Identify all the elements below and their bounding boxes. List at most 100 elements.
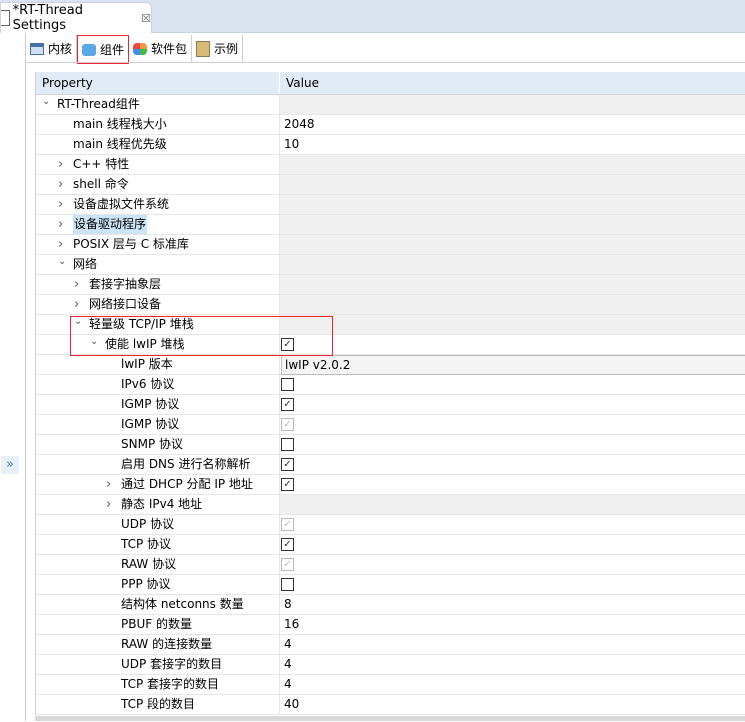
table-row[interactable]: PBUF 的数量 16 bbox=[36, 615, 745, 635]
chevron-down-icon[interactable]: ⌄ bbox=[90, 332, 100, 351]
chevron-right-icon[interactable]: › bbox=[58, 215, 68, 234]
checkbox[interactable]: ✓ bbox=[281, 338, 294, 351]
value-text[interactable]: 2048 bbox=[284, 117, 315, 131]
value-text[interactable]: 4 bbox=[284, 677, 292, 691]
table-row[interactable]: › 设备虚拟文件系统 bbox=[36, 195, 745, 215]
version-select[interactable]: lwIP v2.0.2 bbox=[281, 355, 745, 375]
table-row[interactable]: lwIP 版本 lwIP v2.0.2 bbox=[36, 355, 745, 375]
value-cell[interactable]: ✓ bbox=[280, 535, 745, 554]
property-label: main 线程优先级 bbox=[73, 137, 167, 151]
table-row[interactable]: IGMP 协议 ✓ bbox=[36, 415, 745, 435]
table-row[interactable]: › 通过 DHCP 分配 IP 地址 ✓ bbox=[36, 475, 745, 495]
checkbox[interactable]: ✓ bbox=[281, 478, 294, 491]
table-row[interactable]: SNMP 协议 bbox=[36, 435, 745, 455]
value-cell[interactable]: 16 bbox=[280, 615, 745, 634]
value-cell[interactable] bbox=[280, 575, 745, 594]
table-row[interactable]: › C++ 特性 bbox=[36, 155, 745, 175]
table-row[interactable]: › 设备驱动程序 bbox=[36, 215, 745, 235]
value-text[interactable]: 16 bbox=[284, 617, 299, 631]
checkbox[interactable] bbox=[281, 438, 294, 451]
column-header-property[interactable]: Property bbox=[36, 72, 280, 94]
value-cell[interactable]: 4 bbox=[280, 655, 745, 674]
table-row[interactable]: ⌄ 轻量级 TCP/IP 堆栈 bbox=[36, 315, 745, 335]
value-cell[interactable]: 40 bbox=[280, 695, 745, 714]
table-row[interactable]: 结构体 netconns 数量 8 bbox=[36, 595, 745, 615]
chevron-right-icon[interactable]: › bbox=[74, 275, 84, 294]
value-cell[interactable]: ✓ bbox=[280, 475, 745, 494]
value-cell[interactable]: ✓ bbox=[280, 415, 745, 434]
property-cell: › 设备驱动程序 bbox=[36, 215, 280, 234]
value-cell[interactable]: ✓ bbox=[280, 555, 745, 574]
table-row[interactable]: main 线程栈大小 2048 bbox=[36, 115, 745, 135]
table-row[interactable]: main 线程优先级 10 bbox=[36, 135, 745, 155]
tab-examples[interactable]: 示例 bbox=[192, 35, 244, 62]
value-text[interactable]: 40 bbox=[284, 697, 299, 711]
expand-panel-button[interactable]: » bbox=[1, 456, 19, 474]
table-row[interactable]: ⌄ 使能 lwIP 堆栈 ✓ bbox=[36, 335, 745, 355]
chevron-right-icon[interactable]: › bbox=[106, 495, 116, 514]
value-cell[interactable] bbox=[280, 435, 745, 454]
table-row[interactable]: TCP 段的数目 40 bbox=[36, 695, 745, 715]
value-cell[interactable]: 4 bbox=[280, 635, 745, 654]
table-row[interactable]: RAW 协议 ✓ bbox=[36, 555, 745, 575]
tab-label: 软件包 bbox=[151, 42, 188, 56]
chevron-right-icon[interactable]: › bbox=[106, 475, 116, 494]
table-row[interactable]: TCP 套接字的数目 4 bbox=[36, 675, 745, 695]
checkbox[interactable]: ✓ bbox=[281, 398, 294, 411]
table-row[interactable]: IGMP 协议 ✓ bbox=[36, 395, 745, 415]
value-cell[interactable]: 10 bbox=[280, 135, 745, 154]
checkbox: ✓ bbox=[281, 558, 294, 571]
table-row[interactable]: › 网络接口设备 bbox=[36, 295, 745, 315]
checkbox[interactable] bbox=[281, 578, 294, 591]
checkbox[interactable]: ✓ bbox=[281, 538, 294, 551]
value-cell[interactable]: ✓ bbox=[280, 395, 745, 414]
table-row[interactable]: TCP 协议 ✓ bbox=[36, 535, 745, 555]
property-label: UDP 套接字的数目 bbox=[121, 657, 223, 671]
chevron-right-icon[interactable]: › bbox=[58, 175, 68, 194]
chevron-right-icon[interactable]: › bbox=[58, 195, 68, 214]
checkbox[interactable] bbox=[281, 378, 294, 391]
value-cell[interactable]: 8 bbox=[280, 595, 745, 614]
table-row[interactable]: › 套接字抽象层 bbox=[36, 275, 745, 295]
tab-components[interactable]: 组件 bbox=[77, 35, 130, 64]
tab-packages[interactable]: 软件包 bbox=[129, 35, 193, 62]
property-cell: › 网络接口设备 bbox=[36, 295, 280, 314]
value-cell[interactable]: ✓ bbox=[280, 335, 745, 354]
property-cell: SNMP 协议 bbox=[36, 435, 280, 454]
table-row[interactable]: RAW 的连接数量 4 bbox=[36, 635, 745, 655]
chevron-right-icon[interactable]: › bbox=[58, 155, 68, 174]
value-cell[interactable]: lwIP v2.0.2 bbox=[280, 355, 745, 375]
table-row[interactable]: IPv6 协议 bbox=[36, 375, 745, 395]
value-text[interactable]: 10 bbox=[284, 137, 299, 151]
value-cell[interactable]: 2048 bbox=[280, 115, 745, 134]
column-header-value[interactable]: Value bbox=[280, 72, 319, 94]
value-text[interactable]: 4 bbox=[284, 637, 292, 651]
value-cell[interactable]: ✓ bbox=[280, 515, 745, 534]
table-row[interactable]: PPP 协议 bbox=[36, 575, 745, 595]
close-icon[interactable]: ☒ bbox=[141, 12, 151, 25]
tab-kernel[interactable]: 内核 bbox=[26, 35, 78, 62]
chevron-down-icon[interactable]: ⌄ bbox=[58, 252, 68, 271]
chevron-down-icon[interactable]: ⌄ bbox=[74, 312, 84, 331]
value-text[interactable]: 4 bbox=[284, 657, 292, 671]
value-cell[interactable]: 4 bbox=[280, 675, 745, 694]
table-row[interactable]: › POSIX 层与 C 标准库 bbox=[36, 235, 745, 255]
value-cell[interactable] bbox=[280, 375, 745, 394]
table-row[interactable]: › shell 命令 bbox=[36, 175, 745, 195]
table-row[interactable]: ⌄ RT-Thread组件 bbox=[36, 95, 745, 115]
value-text[interactable]: 8 bbox=[284, 597, 292, 611]
table-row[interactable]: 启用 DNS 进行名称解析 ✓ bbox=[36, 455, 745, 475]
table-row[interactable]: › 静态 IPv4 地址 bbox=[36, 495, 745, 515]
table-row[interactable]: UDP 套接字的数目 4 bbox=[36, 655, 745, 675]
horizontal-scrollbar[interactable] bbox=[35, 716, 745, 721]
table-row[interactable]: ⌄ 网络 bbox=[36, 255, 745, 275]
property-cell: lwIP 版本 bbox=[36, 355, 280, 374]
chevron-down-icon[interactable]: ⌄ bbox=[42, 92, 52, 111]
checkbox[interactable]: ✓ bbox=[281, 458, 294, 471]
property-cell: 结构体 netconns 数量 bbox=[36, 595, 280, 614]
property-label: UDP 协议 bbox=[121, 517, 175, 531]
table-row[interactable]: UDP 协议 ✓ bbox=[36, 515, 745, 535]
property-label: lwIP 版本 bbox=[121, 357, 173, 371]
value-cell[interactable]: ✓ bbox=[280, 455, 745, 474]
editor-tab[interactable]: *RT-Thread Settings ☒ bbox=[0, 2, 152, 33]
